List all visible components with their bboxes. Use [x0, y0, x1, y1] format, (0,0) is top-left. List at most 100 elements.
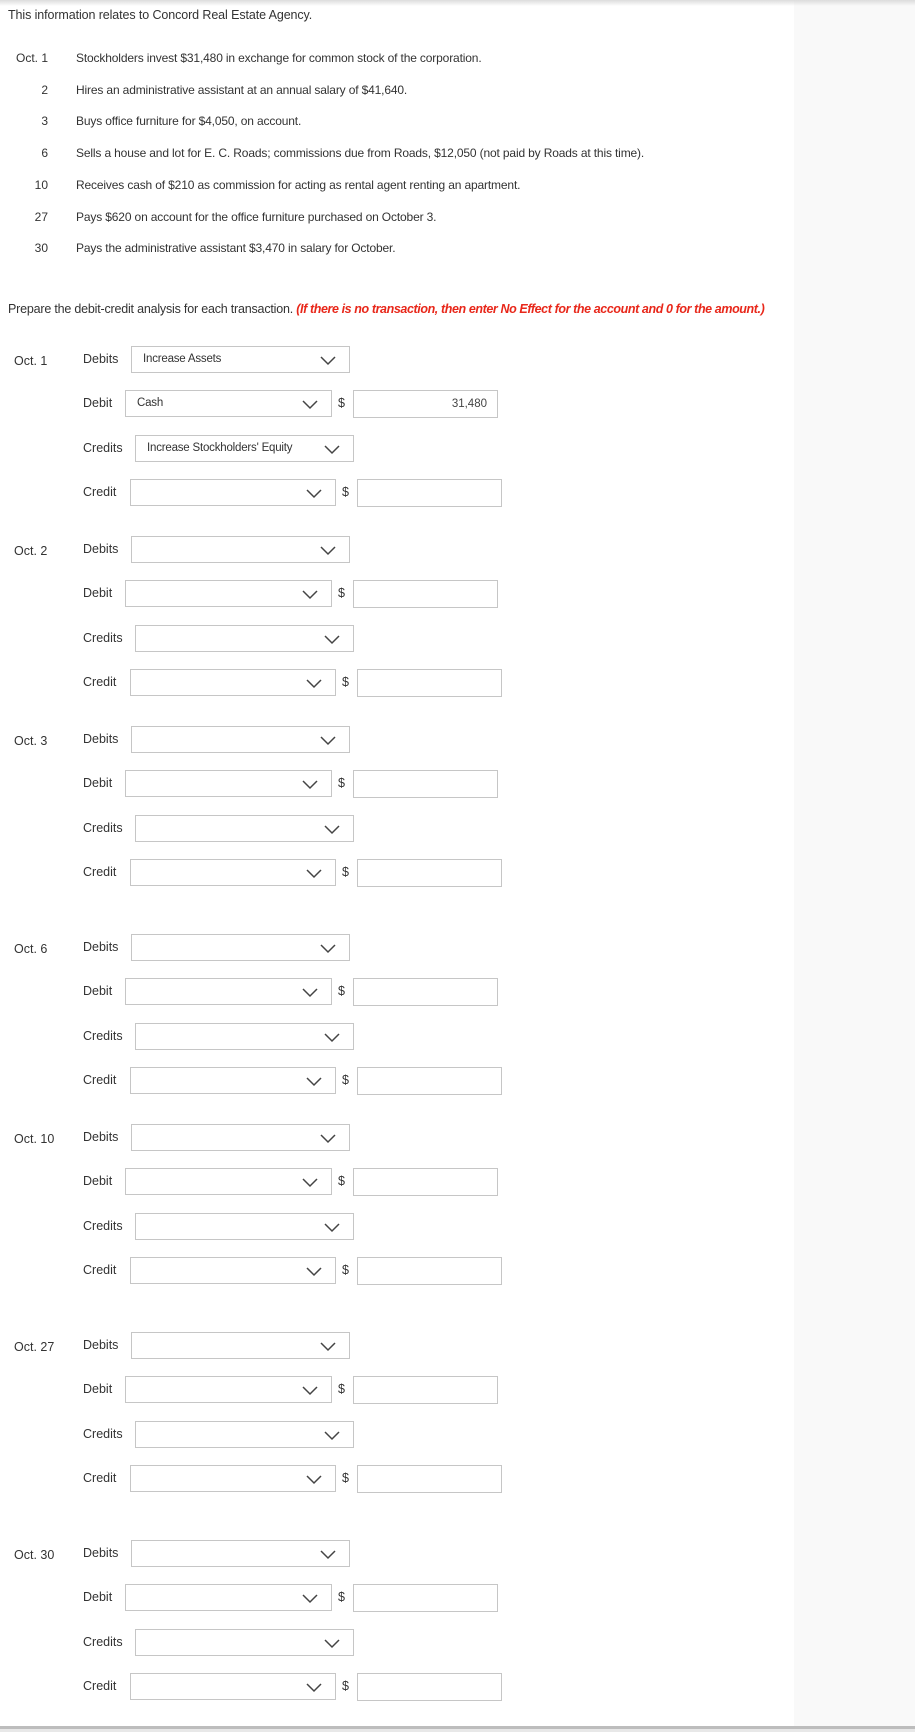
- credit-currency-symbol: $: [342, 1073, 349, 1087]
- credits-effect-select[interactable]: [135, 815, 354, 842]
- credit-account-select[interactable]: [130, 1257, 336, 1284]
- instructions: Prepare the debit-credit analysis for ea…: [8, 302, 765, 316]
- debits-effect-select[interactable]: [131, 726, 350, 753]
- debit-amount-input[interactable]: [353, 1376, 498, 1404]
- debit-account-select[interactable]: [125, 1376, 332, 1403]
- chevron-down-icon: [302, 1594, 318, 1604]
- transaction-date: 30: [34, 241, 48, 255]
- debits-effect-select[interactable]: [131, 1540, 350, 1567]
- credits-effect-select[interactable]: [135, 1629, 354, 1656]
- credits-label: Credits: [83, 821, 123, 835]
- credits-label: Credits: [83, 1029, 123, 1043]
- debit-account-select[interactable]: [125, 580, 332, 607]
- transaction-description: Receives cash of $210 as commission for …: [76, 178, 521, 192]
- debits-effect-select[interactable]: [131, 1124, 350, 1151]
- debits-label: Debits: [83, 352, 119, 366]
- debit-account-select[interactable]: [125, 770, 332, 797]
- transaction-analysis: Oct. 3 Debits Debit $ Credits Credit $: [0, 726, 794, 896]
- credit-currency-symbol: $: [342, 485, 349, 499]
- chevron-down-icon: [320, 1550, 336, 1560]
- credits-label: Credits: [83, 441, 123, 455]
- chevron-down-icon: [324, 445, 340, 455]
- credit-amount-input[interactable]: [357, 1067, 502, 1095]
- credits-effect-select[interactable]: [135, 1421, 354, 1448]
- debit-amount-input[interactable]: [353, 580, 498, 608]
- debit-label: Debit: [83, 396, 113, 410]
- credits-effect-value: Increase Stockholders' Equity: [147, 442, 293, 454]
- transaction-date: 10: [34, 178, 48, 192]
- transaction-analysis: Oct. 6 Debits Debit $ Credits Credit $: [0, 934, 794, 1104]
- chevron-down-icon: [306, 1077, 322, 1087]
- credits-label: Credits: [83, 631, 123, 645]
- instructions-text: Prepare the debit-credit analysis for ea…: [8, 302, 293, 316]
- credit-currency-symbol: $: [342, 1679, 349, 1693]
- debit-currency-symbol: $: [338, 1382, 345, 1396]
- debit-account-select[interactable]: [125, 1584, 332, 1611]
- transaction-analysis: Oct. 2 Debits Debit $ Credits Credit $: [0, 536, 794, 706]
- debit-account-select[interactable]: Cash: [125, 390, 332, 417]
- transaction-description: Stockholders invest $31,480 in exchange …: [76, 51, 482, 65]
- chevron-down-icon: [306, 869, 322, 879]
- credit-account-select[interactable]: [130, 669, 336, 696]
- credit-account-select[interactable]: [130, 859, 336, 886]
- debit-account-select[interactable]: [125, 1168, 332, 1195]
- debit-currency-symbol: $: [338, 1590, 345, 1604]
- instructions-note: (If there is no transaction, then enter …: [296, 302, 765, 316]
- section-date: Oct. 1: [14, 354, 48, 368]
- debit-amount-input[interactable]: [353, 770, 498, 798]
- debit-label: Debit: [83, 1590, 113, 1604]
- credit-amount-input[interactable]: [357, 1673, 502, 1701]
- debits-effect-value: Increase Assets: [143, 353, 222, 365]
- credit-amount-input[interactable]: [357, 859, 502, 887]
- debit-label: Debit: [83, 1174, 113, 1188]
- transaction-analysis: Oct. 27 Debits Debit $ Credits Credit $: [0, 1332, 794, 1502]
- chevron-down-icon: [324, 1639, 340, 1649]
- debit-currency-symbol: $: [338, 1174, 345, 1188]
- credit-amount-input[interactable]: [357, 1465, 502, 1493]
- debits-effect-select[interactable]: [131, 536, 350, 563]
- debits-effect-select[interactable]: Increase Assets: [131, 346, 350, 373]
- chevron-down-icon: [324, 635, 340, 645]
- transaction-description: Sells a house and lot for E. C. Roads; c…: [76, 146, 645, 160]
- credit-label: Credit: [83, 675, 117, 689]
- credits-label: Credits: [83, 1427, 123, 1441]
- debits-label: Debits: [83, 542, 119, 556]
- transaction-analysis: Oct. 30 Debits Debit $ Credits Credit $: [0, 1540, 794, 1710]
- chevron-down-icon: [302, 590, 318, 600]
- debit-account-select[interactable]: [125, 978, 332, 1005]
- credit-currency-symbol: $: [342, 1263, 349, 1277]
- credit-account-select[interactable]: [130, 1067, 336, 1094]
- credit-label: Credit: [83, 1073, 117, 1087]
- debits-effect-select[interactable]: [131, 1332, 350, 1359]
- chevron-down-icon: [306, 679, 322, 689]
- credits-effect-select[interactable]: [135, 1023, 354, 1050]
- credits-effect-select[interactable]: Increase Stockholders' Equity: [135, 435, 354, 462]
- chevron-down-icon: [320, 356, 336, 366]
- credits-effect-select[interactable]: [135, 1213, 354, 1240]
- debits-label: Debits: [83, 1546, 119, 1560]
- transaction-description: Pays the administrative assistant $3,470…: [76, 241, 396, 255]
- chevron-down-icon: [302, 988, 318, 998]
- transaction-date: 6: [41, 146, 48, 160]
- section-date: Oct. 6: [14, 942, 48, 956]
- debit-amount-input[interactable]: [353, 390, 498, 418]
- credit-amount-input[interactable]: [357, 1257, 502, 1285]
- credit-amount-input[interactable]: [357, 479, 502, 507]
- debit-amount-input[interactable]: [353, 978, 498, 1006]
- debits-effect-select[interactable]: [131, 934, 350, 961]
- debit-label: Debit: [83, 984, 113, 998]
- section-date: Oct. 2: [14, 544, 48, 558]
- credit-amount-input[interactable]: [357, 669, 502, 697]
- debit-amount-input[interactable]: [353, 1584, 498, 1612]
- debit-amount-input[interactable]: [353, 1168, 498, 1196]
- credit-account-select[interactable]: [130, 1673, 336, 1700]
- debits-label: Debits: [83, 1130, 119, 1144]
- credits-effect-select[interactable]: [135, 625, 354, 652]
- credit-account-select[interactable]: [130, 1465, 336, 1492]
- credit-account-select[interactable]: [130, 479, 336, 506]
- credit-label: Credit: [83, 485, 117, 499]
- bottom-bar: [0, 1726, 915, 1732]
- credit-label: Credit: [83, 1471, 117, 1485]
- debit-currency-symbol: $: [338, 984, 345, 998]
- debit-currency-symbol: $: [338, 776, 345, 790]
